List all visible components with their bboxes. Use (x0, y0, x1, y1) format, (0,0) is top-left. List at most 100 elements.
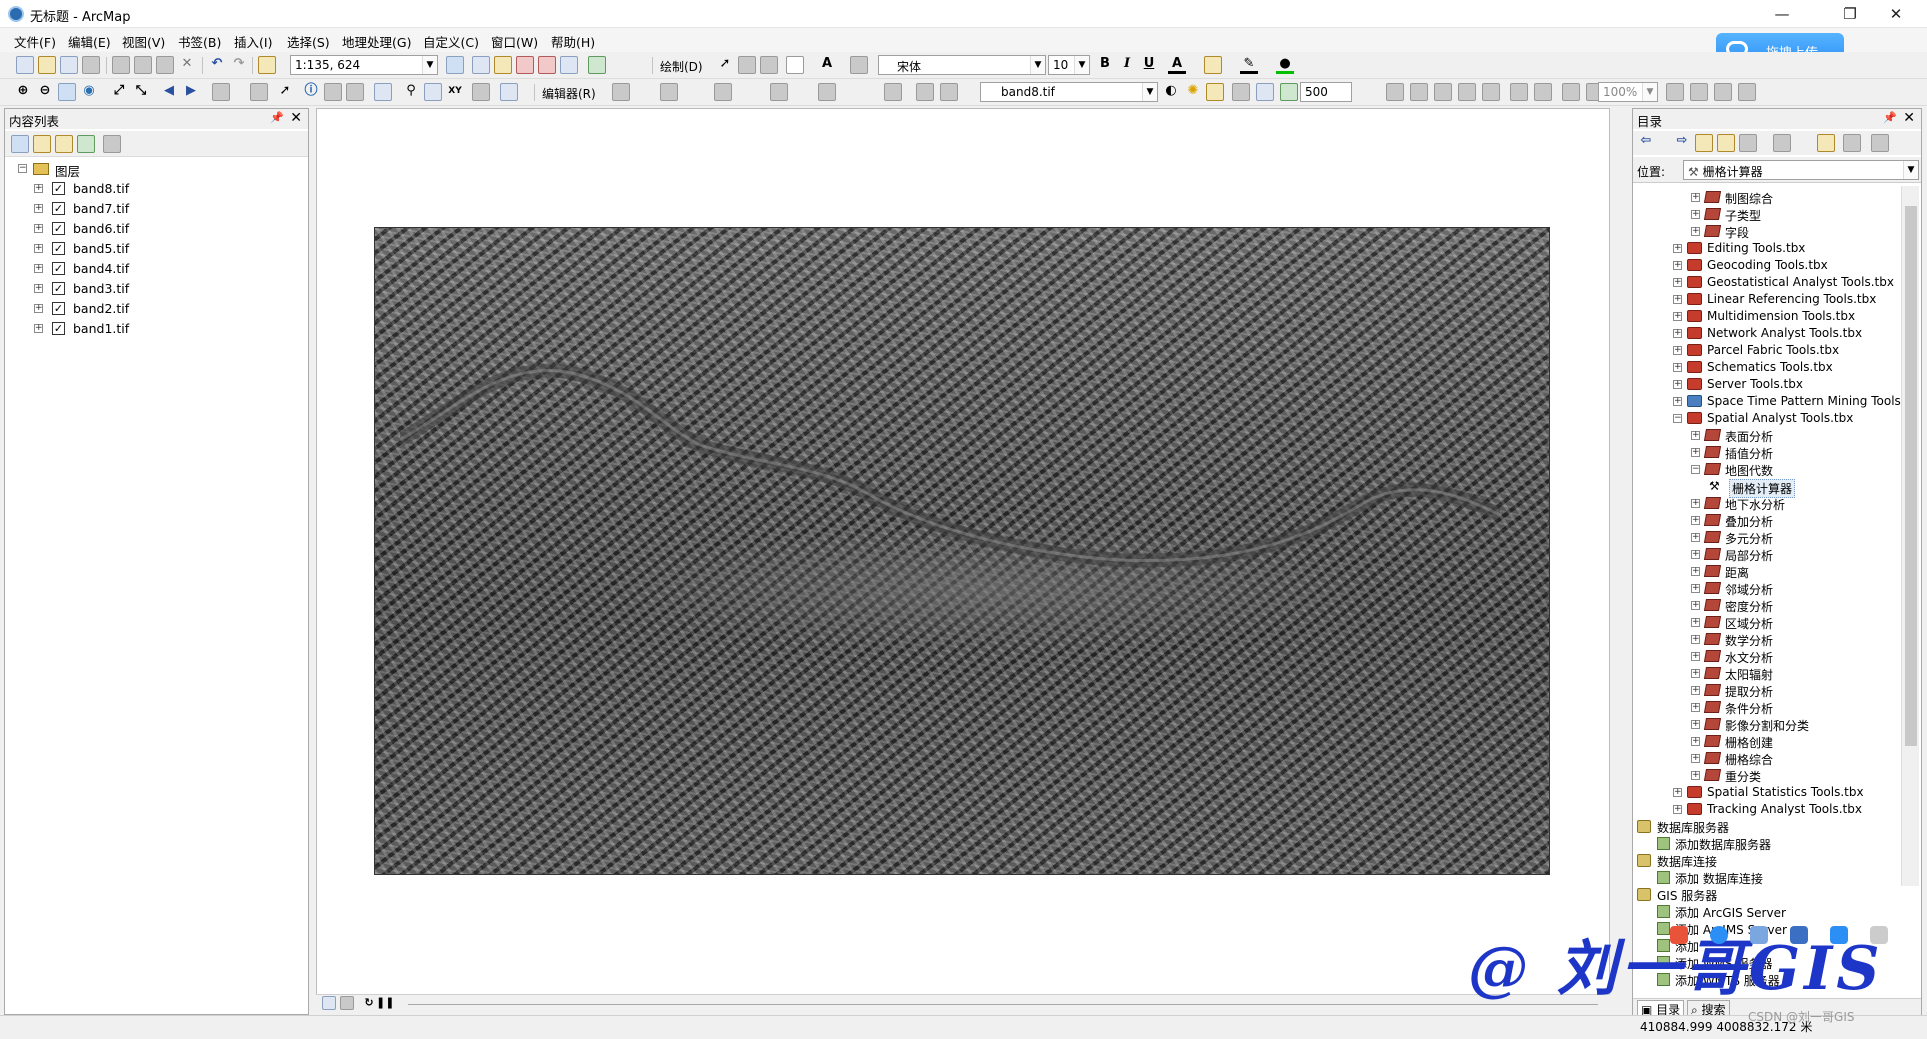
catalog-window-icon[interactable] (494, 56, 512, 74)
moon-icon[interactable] (1710, 926, 1728, 944)
close-button[interactable]: ✕ (1873, 0, 1919, 28)
expand-icon[interactable]: + (1691, 635, 1700, 644)
zoom-in-icon[interactable]: ⊕ (14, 83, 32, 101)
expand-icon[interactable]: + (1691, 618, 1700, 627)
brightness-icon[interactable]: ✺ (1184, 83, 1202, 101)
fixed-zoom-in-icon[interactable]: ⤢ (110, 83, 128, 101)
create-features-icon[interactable] (940, 83, 958, 101)
expand-icon[interactable]: + (1691, 737, 1700, 746)
undo-icon[interactable]: ↶ (208, 56, 226, 74)
layer-visibility-checkbox[interactable]: ✓ (52, 222, 65, 235)
expand-icon[interactable]: + (1691, 448, 1700, 457)
expand-icon[interactable]: + (1673, 261, 1682, 270)
hyperlink-icon[interactable] (324, 83, 342, 101)
expand-icon[interactable]: + (34, 204, 43, 213)
expand-icon[interactable]: + (1673, 312, 1682, 321)
layout-back-icon[interactable] (1562, 83, 1580, 101)
expand-icon[interactable]: + (1691, 652, 1700, 661)
flicker-icon[interactable] (1232, 83, 1250, 101)
expand-icon[interactable]: + (1691, 686, 1700, 695)
model-builder-icon[interactable] (588, 56, 606, 74)
find-route-icon[interactable] (424, 83, 442, 101)
copy-icon[interactable] (134, 56, 152, 74)
layout-pan-icon[interactable] (1434, 83, 1452, 101)
pan-icon[interactable] (58, 83, 76, 101)
sogou-icon[interactable] (1670, 926, 1688, 944)
go-to-xy-icon[interactable]: XY (446, 83, 464, 101)
map-scale-combo[interactable]: 1:135, 624 ▼ (290, 55, 438, 75)
effects-icon[interactable] (1256, 83, 1274, 101)
expand-icon[interactable]: + (34, 184, 43, 193)
collapse-icon[interactable]: − (1673, 414, 1682, 423)
python-window-icon[interactable] (560, 56, 578, 74)
expand-icon[interactable]: + (1673, 329, 1682, 338)
layout-zoom-out-icon[interactable] (1410, 83, 1428, 101)
expand-icon[interactable]: + (1691, 550, 1700, 559)
expand-icon[interactable]: + (34, 244, 43, 253)
menu-file[interactable]: 文件(F) (14, 32, 56, 51)
layer-visibility-checkbox[interactable]: ✓ (52, 202, 65, 215)
expand-icon[interactable]: + (1691, 771, 1700, 780)
layer-visibility-checkbox[interactable]: ✓ (52, 322, 65, 335)
list-by-source-icon[interactable] (33, 135, 51, 153)
arctoolbox-icon[interactable] (538, 56, 556, 74)
menu-help[interactable]: 帮助(H) (551, 32, 595, 51)
flicker-rate-input[interactable]: 500 (1300, 82, 1352, 102)
up-level-icon[interactable] (1695, 134, 1713, 152)
refresh-icon[interactable] (1739, 134, 1757, 152)
back-extent-icon[interactable]: ◀ (160, 83, 178, 101)
font-size-combo[interactable]: 10 ▼ (1048, 55, 1090, 75)
view-options-icon[interactable] (1773, 134, 1791, 152)
collapse-icon[interactable]: − (1691, 465, 1700, 474)
swipe-icon[interactable] (1206, 83, 1224, 101)
rectangle-icon[interactable] (786, 56, 804, 74)
expand-icon[interactable]: + (1691, 227, 1700, 236)
select-elements-arrow-icon[interactable]: ➚ (276, 83, 294, 101)
collapse-icon[interactable]: − (18, 164, 27, 173)
redo-icon[interactable]: ↷ (230, 56, 248, 74)
toc-options-icon[interactable] (103, 135, 121, 153)
split-tool-icon[interactable] (770, 83, 788, 101)
expand-icon[interactable]: + (1673, 346, 1682, 355)
catalog-vertical-scrollbar[interactable] (1901, 186, 1919, 886)
connect-folder-icon[interactable] (1817, 134, 1835, 152)
scrollbar-thumb[interactable] (1905, 206, 1917, 746)
text-tool-icon[interactable]: A (818, 56, 836, 74)
keyboard-icon[interactable] (1790, 926, 1808, 944)
font-name-combo[interactable]: 宋体 ▼ (878, 55, 1046, 75)
italic-button[interactable]: I (1118, 56, 1136, 74)
marker-color-icon[interactable]: ● (1276, 56, 1294, 74)
catalog-options-icon[interactable] (1871, 134, 1889, 152)
font-color-icon[interactable]: A (1168, 56, 1186, 74)
expand-icon[interactable]: + (1673, 380, 1682, 389)
toc-layer-row[interactable]: + ✓ band8.tif (29, 179, 299, 199)
full-extent-icon[interactable]: ◉ (80, 83, 98, 101)
layout-zoom-whole-icon[interactable] (1458, 83, 1476, 101)
transparency-icon[interactable] (1280, 83, 1298, 101)
layer-visibility-checkbox[interactable]: ✓ (52, 182, 65, 195)
location-combo[interactable]: ⚒ 栅格计算器 ▼ (1683, 160, 1919, 180)
horizontal-scrollbar[interactable] (408, 1004, 1598, 1005)
save-icon[interactable] (60, 56, 78, 74)
expand-icon[interactable]: + (1691, 193, 1700, 202)
layer-visibility-checkbox[interactable]: ✓ (52, 262, 65, 275)
expand-icon[interactable]: + (1691, 601, 1700, 610)
menu-bookmarks[interactable]: 书签(B) (178, 32, 221, 51)
select-elements-icon[interactable]: ➚ (716, 56, 734, 74)
select-features-icon[interactable] (212, 83, 230, 101)
layout-view-icon[interactable] (340, 996, 354, 1010)
toc-layer-row[interactable]: + ✓ band1.tif (29, 319, 299, 339)
identify-icon[interactable]: ⓘ (302, 83, 320, 101)
find-icon[interactable]: ⚲ (402, 83, 420, 101)
expand-icon[interactable]: + (1691, 703, 1700, 712)
expand-icon[interactable]: + (1691, 499, 1700, 508)
expand-icon[interactable]: + (1691, 431, 1700, 440)
layout-zoom-100-icon[interactable] (1482, 83, 1500, 101)
expand-icon[interactable]: + (34, 304, 43, 313)
list-by-visibility-icon[interactable] (55, 135, 73, 153)
menu-view[interactable]: 视图(V) (122, 32, 165, 51)
menu-geoprocessing[interactable]: 地理处理(G) (342, 32, 411, 51)
expand-icon[interactable]: + (34, 324, 43, 333)
expand-icon[interactable]: + (1673, 397, 1682, 406)
toc-layer-row[interactable]: + ✓ band3.tif (29, 279, 299, 299)
